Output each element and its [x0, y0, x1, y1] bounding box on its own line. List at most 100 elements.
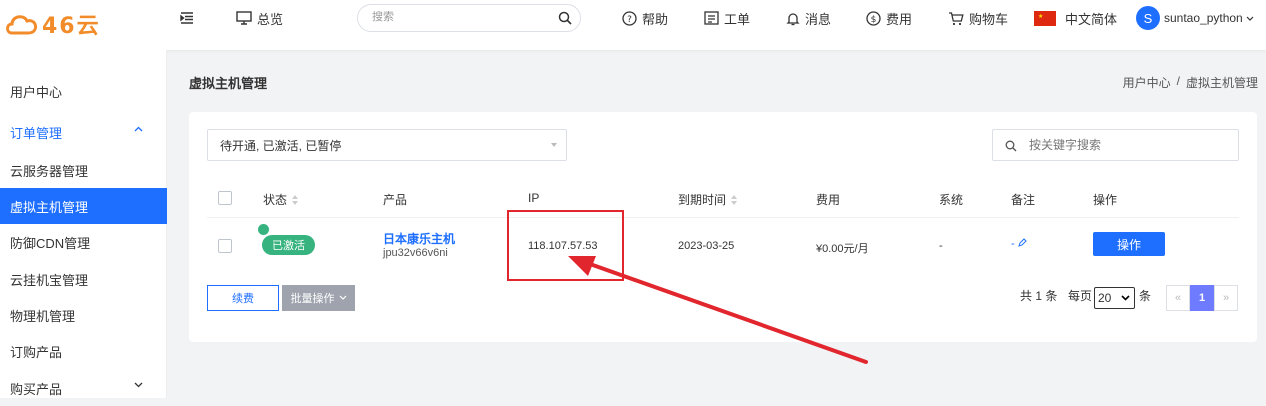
sidebar-item-cloud-servers[interactable]: 云服务器管理: [0, 152, 167, 188]
th-note-label: 备注: [1011, 193, 1036, 207]
monitor-icon: [236, 11, 252, 25]
expire-date: 2023-03-25: [678, 240, 735, 252]
global-search[interactable]: [357, 4, 581, 32]
status-dot: [258, 224, 269, 235]
svg-text:$: $: [871, 15, 877, 25]
next-page-button[interactable]: »: [1214, 285, 1238, 311]
renew-button[interactable]: 续费: [207, 285, 279, 311]
chevron-down-icon: [1246, 16, 1254, 21]
sidebar-item-label: 云服务器管理: [10, 163, 89, 179]
current-page-button[interactable]: 1: [1190, 285, 1214, 311]
menu-toggle-button[interactable]: [180, 0, 199, 36]
username-label: suntao_python: [1164, 11, 1243, 25]
avatar[interactable]: S: [1136, 6, 1160, 30]
nav-overview-label: 总览: [257, 11, 284, 27]
logo-text: 46云: [42, 14, 101, 39]
per-page-unit: 条: [1139, 289, 1152, 303]
username[interactable]: suntao_python: [1164, 11, 1254, 25]
breadcrumb-home[interactable]: 用户中心: [1123, 74, 1171, 91]
product-link[interactable]: 日本康乐主机: [383, 230, 455, 247]
nav-help-label: 帮助: [642, 11, 669, 27]
th-system-label: 系统: [939, 193, 964, 207]
sidebar-item-cdn[interactable]: 防御CDN管理: [0, 224, 167, 260]
nav-ticket-label: 工单: [724, 11, 751, 27]
sidebar-item-virtual-host[interactable]: 虚拟主机管理: [0, 188, 167, 224]
chevron-down-icon: [339, 295, 346, 300]
per-page-label: 每页: [1068, 289, 1093, 303]
nav-ticket[interactable]: 工单: [704, 0, 750, 36]
per-page-value: 20: [1098, 291, 1112, 305]
language-switch[interactable]: ★ 中文简体: [1034, 0, 1117, 36]
chevron-down-icon: [1121, 295, 1130, 301]
nav-fees-label: 费用: [886, 11, 913, 27]
cloud-logo-icon: [6, 15, 38, 35]
status-filter-value: 待开通, 已激活, 已暂停: [220, 138, 342, 153]
sidebar-item-label: 物理机管理: [10, 308, 76, 324]
sidebar-item-user-center[interactable]: 用户中心: [0, 73, 167, 109]
th-status-label: 状态: [263, 193, 288, 207]
sidebar-item-orders[interactable]: 订单管理: [0, 114, 167, 150]
sidebar-item-ordered-products[interactable]: 订购产品: [0, 333, 167, 369]
th-fee-label: 费用: [816, 193, 841, 207]
th-expire[interactable]: 到期时间: [678, 191, 738, 208]
per-page-select[interactable]: 20: [1094, 287, 1135, 309]
th-product-label: 产品: [383, 193, 408, 207]
sidebar-item-idle-host[interactable]: 云挂机宝管理: [0, 261, 167, 297]
svg-text:?: ?: [627, 15, 632, 25]
nav-messages[interactable]: 消息: [786, 0, 831, 36]
nav-cart[interactable]: 购物车: [948, 0, 1008, 36]
dollar-icon: $: [866, 10, 881, 26]
sidebar-item-physical[interactable]: 物理机管理: [0, 297, 167, 333]
th-ip-label: IP: [528, 191, 540, 205]
th-note: 备注: [1011, 191, 1035, 208]
batch-actions-button[interactable]: 批量操作: [282, 285, 355, 311]
sidebar-item-label: 防御CDN管理: [10, 235, 91, 251]
sidebar-item-buy-products[interactable]: 购买产品: [0, 370, 167, 406]
th-product: 产品: [383, 191, 407, 208]
th-fee: 费用: [816, 191, 840, 208]
sidebar-item-label: 云挂机宝管理: [10, 272, 89, 288]
sidebar: 用户中心 订单管理 云服务器管理 虚拟主机管理 防御CDN管理 云挂机宝管理 物…: [0, 50, 167, 398]
cart-icon: [949, 11, 964, 25]
sidebar-item-label: 购买产品: [10, 381, 63, 397]
chevron-down-icon: [134, 382, 143, 388]
annotation-highlight-box: [507, 210, 624, 281]
breadcrumb: 用户中心 / 虚拟主机管理: [1123, 74, 1258, 91]
status-filter-select[interactable]: 待开通, 已激活, 已暂停: [207, 129, 567, 161]
host-list-card: 待开通, 已激活, 已暂停 状态 产品 IP 到期时间 费用 系统 备注 操作 …: [189, 112, 1257, 342]
top-navbar: 46云 总览 ? 帮助 工单 消息 $ 费用 购物车 ★ 中文简体 S s: [0, 0, 1266, 50]
th-system: 系统: [939, 191, 963, 208]
row-checkbox[interactable]: [218, 239, 232, 253]
prev-page-button[interactable]: «: [1166, 285, 1190, 311]
sidebar-item-label: 虚拟主机管理: [10, 199, 89, 215]
system-value: -: [939, 240, 943, 252]
edit-pencil-icon[interactable]: [1017, 238, 1027, 247]
th-expire-label: 到期时间: [678, 193, 727, 207]
total-count: 共 1 条: [1020, 289, 1058, 303]
nav-help[interactable]: ? 帮助: [622, 0, 668, 36]
note-cell[interactable]: -: [1011, 238, 1027, 250]
logo[interactable]: 46云: [4, 4, 134, 44]
sort-icon[interactable]: [731, 194, 738, 205]
th-action-label: 操作: [1093, 193, 1118, 207]
keyword-search[interactable]: [992, 129, 1239, 161]
fee-value: ¥0.00元/月: [816, 243, 869, 255]
table-row: 已激活 日本康乐主机 jpu32v66v6ni 118.107.57.53 20…: [207, 218, 1239, 276]
th-status[interactable]: 状态: [263, 191, 299, 208]
bell-icon: [786, 12, 800, 25]
nav-overview[interactable]: 总览: [236, 0, 283, 36]
sidebar-item-label: 订购产品: [10, 344, 63, 360]
keyword-search-input[interactable]: [1029, 138, 1229, 152]
product-id: jpu32v66v6ni: [383, 247, 448, 259]
svg-text:★: ★: [1038, 13, 1043, 20]
search-icon: [1005, 140, 1017, 155]
indent-icon: [180, 12, 193, 24]
chevron-up-icon: [134, 126, 143, 132]
global-search-input[interactable]: [372, 11, 542, 23]
select-all-checkbox[interactable]: [218, 191, 232, 205]
search-icon[interactable]: [558, 11, 572, 28]
nav-fees[interactable]: $ 费用: [866, 0, 912, 36]
row-action-button[interactable]: 操作: [1093, 232, 1165, 256]
sort-icon[interactable]: [292, 194, 299, 205]
sidebar-item-label: 订单管理: [10, 125, 63, 141]
